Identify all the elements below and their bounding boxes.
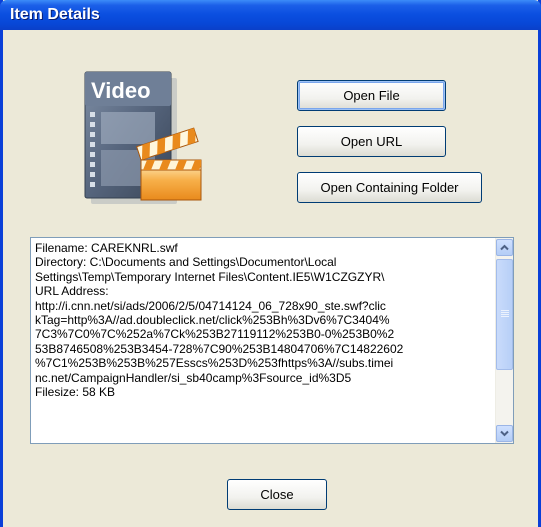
details-line: kTag=http%3A//ad.doubleclick.net/click%2… [35, 313, 390, 328]
item-details-textbox[interactable]: Filename: CAREKNRL.swf Directory: C:\Docu… [30, 237, 514, 444]
video-file-icon: Video [81, 70, 211, 208]
window-title: Item Details [10, 6, 100, 23]
details-line: %7C1%253B%253B%257Esscs%253D%253fhttps%3… [35, 356, 394, 371]
details-line: Filesize: 58 KB [35, 385, 116, 400]
open-folder-label: Open Containing Folder [320, 180, 459, 195]
chevron-up-icon [500, 244, 509, 251]
details-line: Directory: C:\Documents and Settings\Doc… [35, 255, 337, 270]
details-line: 53B8746508%253B3454-728%7C90%253B1480470… [35, 341, 404, 356]
open-file-button[interactable]: Open File [297, 80, 446, 111]
scroll-thumb[interactable] [496, 259, 513, 370]
item-details-dialog: Item Details Video Open File Open URL Op… [0, 0, 541, 527]
details-line: http://i.cnn.net/si/ads/2006/2/5/0471412… [35, 298, 386, 313]
open-containing-folder-button[interactable]: Open Containing Folder [297, 172, 482, 203]
scroll-down-button[interactable] [496, 425, 513, 442]
open-url-button[interactable]: Open URL [297, 126, 446, 157]
details-line: 7C3%7C0%7C%252a%7Ck%253B27119112%253B0-0… [35, 327, 395, 342]
close-label: Close [260, 487, 294, 502]
chevron-down-icon [500, 430, 509, 437]
details-line: URL Address: [35, 284, 109, 299]
title-bar[interactable]: Item Details [0, 0, 541, 30]
details-line: Filename: CAREKNRL.swf [35, 241, 178, 255]
open-file-label: Open File [343, 88, 400, 103]
details-text: Filename: CAREKNRL.swf Directory: C:\Docu… [35, 241, 491, 441]
vertical-scrollbar[interactable] [495, 238, 513, 443]
close-button[interactable]: Close [227, 479, 327, 510]
open-url-label: Open URL [340, 134, 403, 149]
details-line: Settings\Temp\Temporary Internet Files\C… [35, 269, 385, 284]
scroll-up-button[interactable] [496, 239, 513, 256]
details-line: nc.net/CampaignHandler/si_sb40camp%3Fsou… [35, 370, 352, 385]
video-icon-label: Video [91, 78, 151, 103]
